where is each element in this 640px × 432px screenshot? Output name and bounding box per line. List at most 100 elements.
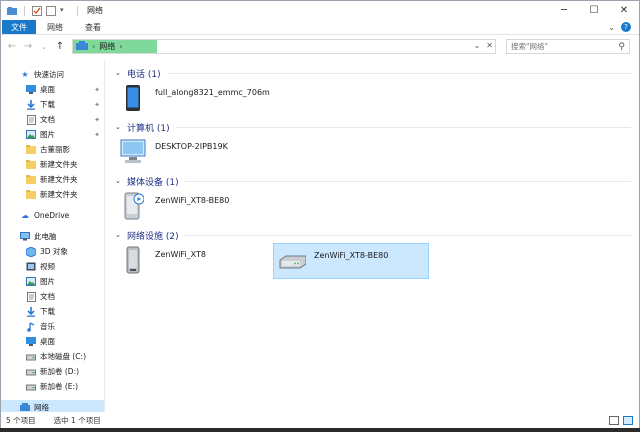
close-button[interactable]: ✕ (609, 1, 639, 20)
folder-icon (26, 145, 36, 155)
sidebar-item-quick-1[interactable]: 下载 ✦ (1, 97, 104, 112)
sidebar-item-quick-4[interactable]: 古董丽影 (1, 142, 104, 157)
nav-this-pc[interactable]: 此电脑 (1, 229, 104, 244)
sidebar-item-pc-9[interactable]: 新加卷 (E:) (1, 379, 104, 394)
main-area: ★ 快速访问 桌面 ✦ 下载 ✦ 文档 ✦ 图片 ✦ 古董丽影 新建文件夹 新建文件夹 新建文件夹 ☁… (1, 60, 639, 415)
drive-icon (26, 352, 36, 362)
sidebar-item-label: 下载 (40, 307, 55, 316)
sidebar-item-label: 下载 (40, 100, 55, 109)
download-icon (26, 99, 36, 110)
forward-arrow-icon[interactable]: → (22, 41, 34, 52)
breadcrumb-separator-icon: › (92, 42, 96, 51)
sidebar-item-pc-2[interactable]: 图片 (1, 274, 104, 289)
toolbar-separator (77, 5, 78, 16)
group-header[interactable]: ⌄ 媒体设备 (1) (115, 173, 639, 189)
breadcrumb: › 网络 › (73, 40, 122, 53)
device-item[interactable]: full_along8321_emmc_706m (115, 81, 271, 117)
sidebar-item-pc-0[interactable]: 3D 对象 (1, 244, 104, 259)
device-item[interactable]: ZenWiFi_XT8-BE80 (115, 189, 271, 225)
window-controls: ─ ☐ ✕ (549, 1, 639, 20)
network-icon (20, 403, 30, 413)
device-item[interactable]: ZenWiFi_XT8 (115, 243, 271, 279)
drive-icon (26, 382, 36, 392)
collapse-chevron-icon[interactable]: ⌄ (115, 177, 125, 185)
stop-loading-icon[interactable]: ✕ (486, 41, 493, 50)
sidebar-item-label: 本地磁盘 (C:) (40, 352, 86, 361)
tab-network[interactable]: 网络 (36, 20, 74, 34)
search-icon[interactable]: ⚲ (618, 42, 625, 52)
sidebar-item-quick-6[interactable]: 新建文件夹 (1, 172, 104, 187)
sidebar-item-label: 古董丽影 (40, 145, 70, 154)
recent-locations-icon[interactable]: ⌄ (38, 43, 50, 51)
details-view-icon[interactable] (609, 415, 619, 425)
device-label: ZenWiFi_XT8-BE80 (314, 251, 389, 260)
help-icon[interactable]: ? (621, 22, 631, 32)
customize-toolbar-icon[interactable]: ▾ (60, 6, 70, 16)
expand-ribbon-icon[interactable]: ⌄ (608, 23, 615, 32)
sidebar-item-quick-7[interactable]: 新建文件夹 (1, 187, 104, 202)
sidebar-item-pc-8[interactable]: 新加卷 (D:) (1, 364, 104, 379)
group-divider (175, 126, 631, 128)
router-icon (278, 246, 306, 276)
tab-view[interactable]: 查看 (74, 20, 112, 34)
nav-quick-access[interactable]: ★ 快速访问 (1, 67, 104, 82)
sidebar-item-pc-3[interactable]: 文档 (1, 289, 104, 304)
up-arrow-icon[interactable]: ↑ (54, 41, 66, 52)
sidebar-item-quick-0[interactable]: 桌面 ✦ (1, 82, 104, 97)
document-icon (26, 114, 36, 125)
address-bar[interactable]: › 网络 › ⌄ ✕ (72, 39, 496, 54)
sidebar-item-label: 新建文件夹 (40, 190, 78, 199)
sidebar-item-quick-2[interactable]: 文档 ✦ (1, 112, 104, 127)
group-items: ZenWiFi_XT8-BE80 (115, 189, 639, 225)
device-label: ZenWiFi_XT8 (155, 250, 206, 259)
sidebar-item-pc-5[interactable]: 音乐 (1, 319, 104, 334)
address-dropdown-icon[interactable]: ⌄ (474, 41, 481, 50)
maximize-button[interactable]: ☐ (579, 1, 609, 20)
sidebar-item-quick-5[interactable]: 新建文件夹 (1, 157, 104, 172)
pin-icon[interactable]: ✦ (94, 101, 100, 109)
sidebar-item-label: 新加卷 (D:) (40, 367, 80, 376)
cloud-icon: ☁ (21, 211, 29, 220)
desktop-icon (26, 85, 36, 95)
collapse-chevron-icon[interactable]: ⌄ (115, 69, 125, 77)
sidebar-item-pc-1[interactable]: 视频 (1, 259, 104, 274)
nav-onedrive[interactable]: ☁ OneDrive (1, 208, 104, 223)
collapse-chevron-icon[interactable]: ⌄ (115, 231, 125, 239)
taskbar-strip (0, 428, 640, 432)
breadcrumb-network[interactable]: 网络 (99, 41, 115, 52)
breadcrumb-separator-icon[interactable]: › (119, 42, 122, 51)
large-icons-view-icon[interactable] (623, 415, 633, 425)
group-title: 网络设施 (2) (127, 231, 179, 242)
3d-objects-icon (26, 246, 36, 257)
group-header[interactable]: ⌄ 网络设施 (2) (115, 227, 639, 243)
group-header[interactable]: ⌄ 计算机 (1) (115, 119, 639, 135)
group-title: 电话 (1) (127, 69, 161, 80)
sidebar-item-pc-4[interactable]: 下载 (1, 304, 104, 319)
group-header[interactable]: ⌄ 电话 (1) (115, 65, 639, 81)
minimize-button[interactable]: ─ (549, 1, 579, 20)
collapse-chevron-icon[interactable]: ⌄ (115, 123, 125, 131)
group-divider (166, 72, 631, 74)
pin-icon[interactable]: ✦ (94, 131, 100, 139)
pin-icon[interactable]: ✦ (94, 116, 100, 124)
view-switcher (609, 415, 639, 425)
search-input[interactable] (511, 42, 619, 51)
tab-file[interactable]: 文件 (2, 20, 36, 34)
sidebar-item-label: 桌面 (40, 85, 55, 94)
new-folder-icon[interactable] (46, 5, 56, 16)
device-item[interactable]: DESKTOP-2IPB19K (115, 135, 271, 171)
back-arrow-icon[interactable]: ← (6, 41, 18, 52)
document-icon (26, 291, 36, 302)
pin-icon[interactable]: ✦ (94, 86, 100, 94)
sidebar-item-pc-7[interactable]: 本地磁盘 (C:) (1, 349, 104, 364)
media-device-icon (119, 191, 147, 221)
properties-icon[interactable] (32, 5, 42, 16)
sidebar-item-quick-3[interactable]: 图片 ✦ (1, 127, 104, 142)
window-title: 网络 (87, 6, 103, 15)
pictures-icon (26, 277, 36, 287)
device-item[interactable]: ZenWiFi_XT8-BE80 (273, 243, 429, 279)
nav-onedrive-label: OneDrive (34, 211, 70, 220)
nav-this-pc-label: 此电脑 (34, 232, 57, 241)
search-box[interactable]: ⚲ (506, 39, 630, 54)
sidebar-item-pc-6[interactable]: 桌面 (1, 334, 104, 349)
